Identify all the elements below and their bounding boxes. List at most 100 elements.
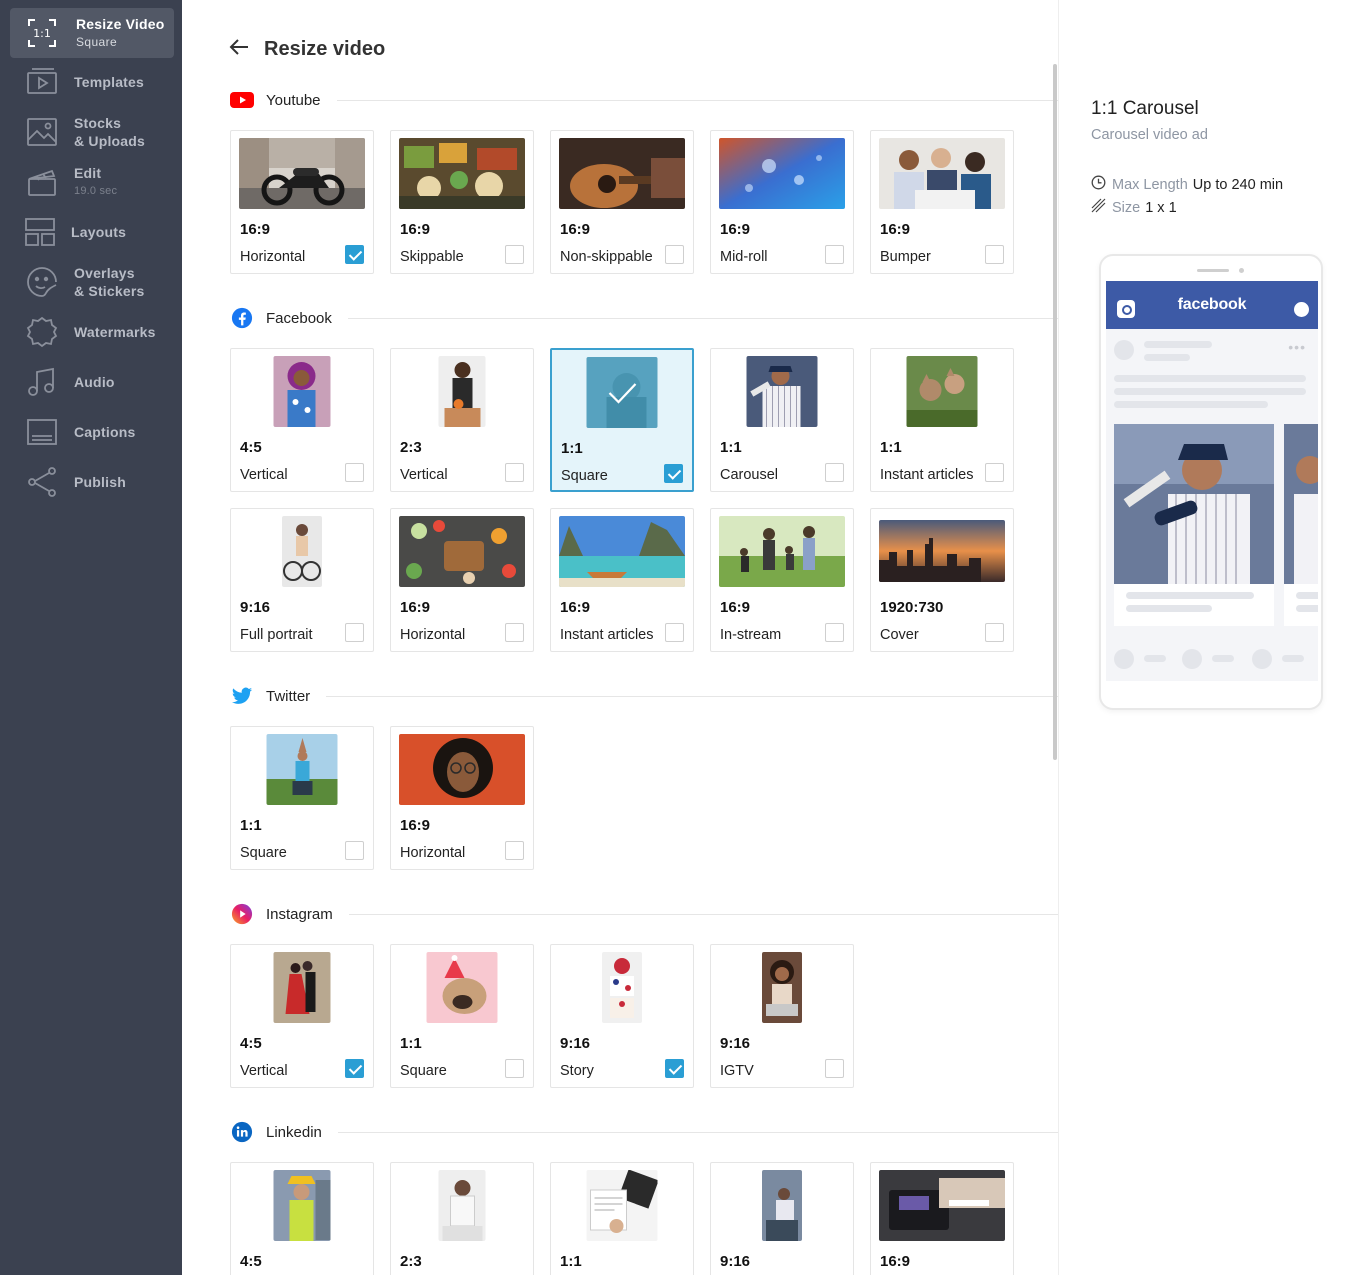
thumbnail-man-writing bbox=[438, 1170, 486, 1241]
card-ratio: 16:9 bbox=[720, 599, 751, 616]
thumbnail-cats bbox=[906, 356, 978, 427]
card-checkbox[interactable] bbox=[985, 245, 1004, 264]
skeleton-line bbox=[1212, 655, 1234, 662]
card-ratio: 4:5 bbox=[240, 439, 262, 456]
format-card-facebook-full-portrait[interactable]: 9:16 Full portrait bbox=[230, 508, 374, 652]
card-ratio: 1920:730 bbox=[880, 599, 944, 616]
format-card-instagram-vertical[interactable]: 4:5 Vertical bbox=[230, 944, 374, 1088]
thumbnail-beach-boat bbox=[559, 516, 685, 587]
main-scrollbar[interactable] bbox=[1053, 64, 1057, 760]
card-label: Instant articles bbox=[880, 467, 974, 483]
share-placeholder bbox=[1252, 649, 1272, 669]
card-label: Mid-roll bbox=[720, 249, 768, 265]
format-card-linkedin-4-5[interactable]: 4:5 bbox=[230, 1162, 374, 1275]
card-checkbox[interactable] bbox=[665, 623, 684, 642]
format-card-facebook-cover[interactable]: 1920:730 Cover bbox=[870, 508, 1014, 652]
section-title: Linkedin bbox=[266, 1123, 322, 1141]
back-arrow-icon[interactable] bbox=[228, 36, 264, 63]
card-ratio: 1:1 bbox=[400, 1035, 422, 1052]
selected-overlay bbox=[586, 357, 658, 428]
card-ratio: 16:9 bbox=[400, 599, 431, 616]
sidebar-item-stocks[interactable]: Stocks & Uploads bbox=[0, 110, 182, 154]
card-label: Skippable bbox=[400, 249, 464, 265]
card-label: Horizontal bbox=[240, 249, 306, 265]
card-checkbox[interactable] bbox=[345, 1059, 364, 1078]
card-checkbox[interactable] bbox=[985, 623, 1004, 642]
sidebar-item-templates[interactable]: Templates bbox=[0, 60, 182, 104]
phone-mockup: facebook ••• bbox=[1099, 254, 1323, 710]
skeleton-line bbox=[1282, 655, 1304, 662]
sidebar-item-publish[interactable]: Publish bbox=[0, 460, 182, 504]
card-ratio: 16:9 bbox=[400, 817, 431, 834]
card-checkbox[interactable] bbox=[825, 623, 844, 642]
card-label: Square bbox=[561, 468, 608, 484]
share-icon bbox=[26, 466, 58, 498]
card-checkbox[interactable] bbox=[825, 1059, 844, 1078]
thumbnail-motorcycle bbox=[239, 138, 365, 209]
format-card-facebook-carousel[interactable]: 1:1 Carousel bbox=[710, 348, 854, 492]
format-card-youtube-bumper[interactable]: 16:9 Bumper bbox=[870, 130, 1014, 274]
clapperboard-icon bbox=[26, 166, 58, 198]
sidebar-item-layouts[interactable]: Layouts bbox=[0, 210, 182, 254]
thumbnail-market-boat bbox=[399, 138, 525, 209]
sidebar-item-edit[interactable]: Edit 19.0 sec bbox=[0, 160, 182, 204]
sidebar-item-overlays[interactable]: Overlays & Stickers bbox=[0, 260, 182, 304]
card-ratio: 16:9 bbox=[400, 221, 431, 238]
format-card-linkedin-16-9[interactable]: 16:9 bbox=[870, 1162, 1014, 1275]
format-card-linkedin-1-1[interactable]: 1:1 bbox=[550, 1162, 694, 1275]
resize-main: Resize video Youtube Facebook Twitter In… bbox=[182, 0, 1058, 1275]
card-checkbox[interactable] bbox=[505, 841, 524, 860]
format-card-facebook-square[interactable]: 1:1 Square bbox=[550, 348, 694, 492]
format-card-instagram-square[interactable]: 1:1 Square bbox=[390, 944, 534, 1088]
card-checkbox[interactable] bbox=[505, 1059, 524, 1078]
carousel-image-next bbox=[1284, 424, 1318, 584]
carousel-card-next bbox=[1284, 424, 1318, 626]
card-checkbox[interactable] bbox=[505, 463, 524, 482]
card-checkbox[interactable] bbox=[825, 463, 844, 482]
card-label: Full portrait bbox=[240, 627, 313, 643]
format-card-twitter-square[interactable]: 1:1 Square bbox=[230, 726, 374, 870]
card-checkbox[interactable] bbox=[345, 841, 364, 860]
format-card-linkedin-2-3[interactable]: 2:3 bbox=[390, 1162, 534, 1275]
sidebar-item-watermarks[interactable]: Watermarks bbox=[0, 310, 182, 354]
card-checkbox[interactable] bbox=[505, 245, 524, 264]
card-checkbox[interactable] bbox=[665, 1059, 684, 1078]
format-card-instagram-story[interactable]: 9:16 Story bbox=[550, 944, 694, 1088]
format-card-facebook-instant-articles-16-9[interactable]: 16:9 Instant articles bbox=[550, 508, 694, 652]
format-card-youtube-horizontal[interactable]: 16:9 Horizontal bbox=[230, 130, 374, 274]
format-card-instagram-igtv[interactable]: 9:16 IGTV bbox=[710, 944, 854, 1088]
card-checkbox[interactable] bbox=[345, 463, 364, 482]
format-card-facebook-vertical-4-5[interactable]: 4:5 Vertical bbox=[230, 348, 374, 492]
sidebar-item-captions[interactable]: Captions bbox=[0, 410, 182, 454]
format-card-twitter-horizontal[interactable]: 16:9 Horizontal bbox=[390, 726, 534, 870]
card-ratio: 9:16 bbox=[560, 1035, 591, 1052]
card-checkbox[interactable] bbox=[664, 464, 683, 483]
card-checkbox[interactable] bbox=[985, 463, 1004, 482]
thumbnail-laptop-papers bbox=[586, 1170, 658, 1241]
more-dots-icon: ••• bbox=[1288, 339, 1306, 355]
format-card-facebook-instant-articles-1-1[interactable]: 1:1 Instant articles bbox=[870, 348, 1014, 492]
card-checkbox[interactable] bbox=[825, 245, 844, 264]
format-card-linkedin-9-16[interactable]: 9:16 bbox=[710, 1162, 854, 1275]
card-checkbox[interactable] bbox=[345, 623, 364, 642]
page-title: Resize video bbox=[264, 38, 386, 60]
card-ratio: 16:9 bbox=[240, 221, 271, 238]
card-checkbox[interactable] bbox=[665, 245, 684, 264]
twitter-bird-icon bbox=[230, 684, 254, 708]
skeleton-line bbox=[1144, 341, 1212, 348]
card-ratio: 1:1 bbox=[720, 439, 742, 456]
check-icon bbox=[608, 382, 636, 404]
card-checkbox[interactable] bbox=[505, 623, 524, 642]
format-card-youtube-skippable[interactable]: 16:9 Skippable bbox=[390, 130, 534, 274]
format-card-facebook-in-stream[interactable]: 16:9 In-stream bbox=[710, 508, 854, 652]
sidebar-item-resize-video[interactable]: 1:1 Resize Video Square bbox=[0, 11, 182, 55]
card-ratio: 1:1 bbox=[561, 440, 583, 457]
sidebar-item-audio[interactable]: Audio bbox=[0, 360, 182, 404]
card-checkbox[interactable] bbox=[345, 245, 364, 264]
preview-size: Size 1 x 1 bbox=[1091, 198, 1177, 217]
format-card-facebook-vertical-2-3[interactable]: 2:3 Vertical bbox=[390, 348, 534, 492]
format-card-youtube-mid-roll[interactable]: 16:9 Mid-roll bbox=[710, 130, 854, 274]
format-card-facebook-horizontal[interactable]: 16:9 Horizontal bbox=[390, 508, 534, 652]
format-card-youtube-non-skippable[interactable]: 16:9 Non-skippable bbox=[550, 130, 694, 274]
card-ratio: 16:9 bbox=[720, 221, 751, 238]
